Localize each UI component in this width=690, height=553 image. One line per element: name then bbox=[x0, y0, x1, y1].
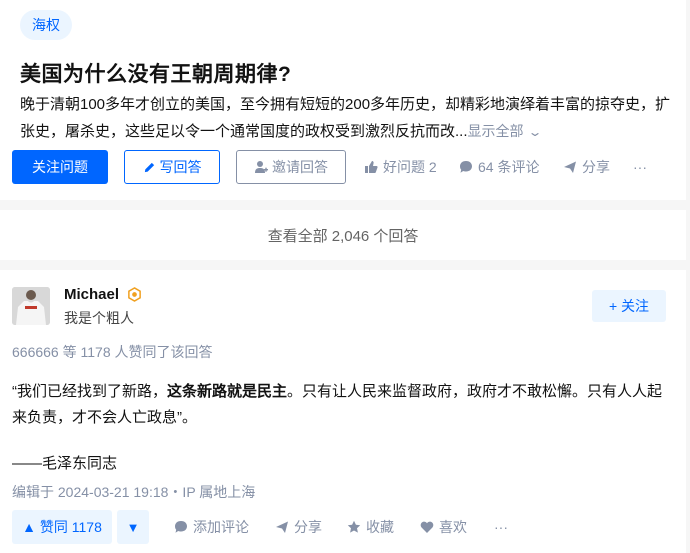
upvote-button[interactable]: ▲ 赞同 1178 bbox=[12, 510, 112, 544]
share-icon bbox=[564, 161, 576, 173]
answer-signature: ——毛泽东同志 bbox=[12, 455, 118, 472]
collect-button[interactable]: 收藏 bbox=[347, 510, 394, 544]
comment-icon bbox=[460, 161, 472, 173]
share-question-label: 分享 bbox=[582, 159, 610, 175]
add-comment-label: 添加评论 bbox=[193, 519, 249, 535]
write-answer-button[interactable]: 写回答 bbox=[124, 150, 220, 184]
invite-answer-label: 邀请回答 bbox=[272, 159, 328, 175]
answer-more-button[interactable]: ··· bbox=[494, 510, 508, 544]
voters-summary: 666666 等 1178 人赞同了该回答 bbox=[12, 344, 213, 360]
like-button[interactable]: 喜欢 bbox=[420, 510, 467, 544]
chevron-down-icon: ⌄ bbox=[527, 125, 543, 139]
answer-meta: 编辑于 2024-03-21 19:18・IP 属地上海 bbox=[12, 484, 256, 500]
question-title[interactable]: 美国为什么没有王朝周期律? bbox=[20, 58, 291, 88]
show-all-link[interactable]: 显示全部 ⌄ bbox=[468, 123, 543, 139]
comment-icon bbox=[175, 521, 187, 533]
view-all-answers-link[interactable]: 查看全部 2,046 个回答 bbox=[0, 210, 686, 260]
follow-author-button[interactable]: + 关注 bbox=[592, 290, 666, 322]
good-question-label: 好问题 2 bbox=[383, 159, 437, 175]
author-bio: 我是个粗人 bbox=[64, 310, 134, 326]
add-comment-button[interactable]: 添加评论 bbox=[174, 510, 249, 544]
topic-tag[interactable]: 海权 bbox=[20, 10, 72, 40]
thumbs-up-icon bbox=[365, 161, 378, 173]
star-icon bbox=[347, 520, 361, 533]
downvote-button[interactable]: ▼ bbox=[117, 510, 149, 544]
write-answer-label: 写回答 bbox=[159, 159, 202, 175]
answer-body-bold: 这条新路就是民主 bbox=[167, 383, 288, 400]
author-name[interactable]: Michael bbox=[64, 286, 119, 303]
avatar-image bbox=[12, 287, 50, 325]
invite-answer-button[interactable]: 邀请回答 bbox=[236, 150, 346, 184]
share-icon bbox=[276, 521, 288, 533]
share-answer-label: 分享 bbox=[294, 519, 322, 535]
share-question-button[interactable]: 分享 bbox=[563, 150, 610, 184]
question-excerpt-text: 晚于清朝100多年才创立的美国，至今拥有短短的200多年历史，却精彩地演绎着丰富… bbox=[20, 96, 671, 140]
good-question-button[interactable]: 好问题 2 bbox=[364, 150, 437, 184]
answer-body: “我们已经找到了新路，这条新路就是民主。只有让人民来监督政府，政府才不敢松懈。只… bbox=[12, 379, 672, 431]
question-excerpt: 晚于清朝100多年才创立的美国，至今拥有短短的200多年历史，却精彩地演绎着丰富… bbox=[20, 92, 680, 145]
answer-body-text: “我们已经找到了新路， bbox=[12, 383, 167, 400]
pencil-icon bbox=[144, 162, 154, 172]
question-card: 海权 美国为什么没有王朝周期律? 晚于清朝100多年才创立的美国，至今拥有短短的… bbox=[0, 0, 686, 200]
avatar[interactable] bbox=[12, 287, 50, 325]
heart-icon bbox=[420, 521, 434, 533]
verified-badge-icon bbox=[128, 287, 141, 302]
follow-question-button[interactable]: 关注问题 bbox=[12, 150, 108, 184]
like-label: 喜欢 bbox=[439, 519, 467, 535]
share-answer-button[interactable]: 分享 bbox=[275, 510, 322, 544]
collect-label: 收藏 bbox=[366, 519, 394, 535]
more-options-button[interactable]: ··· bbox=[633, 150, 647, 184]
comments-button[interactable]: 64 条评论 bbox=[459, 150, 539, 184]
invite-user-icon bbox=[255, 161, 268, 173]
comments-label: 64 条评论 bbox=[478, 159, 540, 175]
